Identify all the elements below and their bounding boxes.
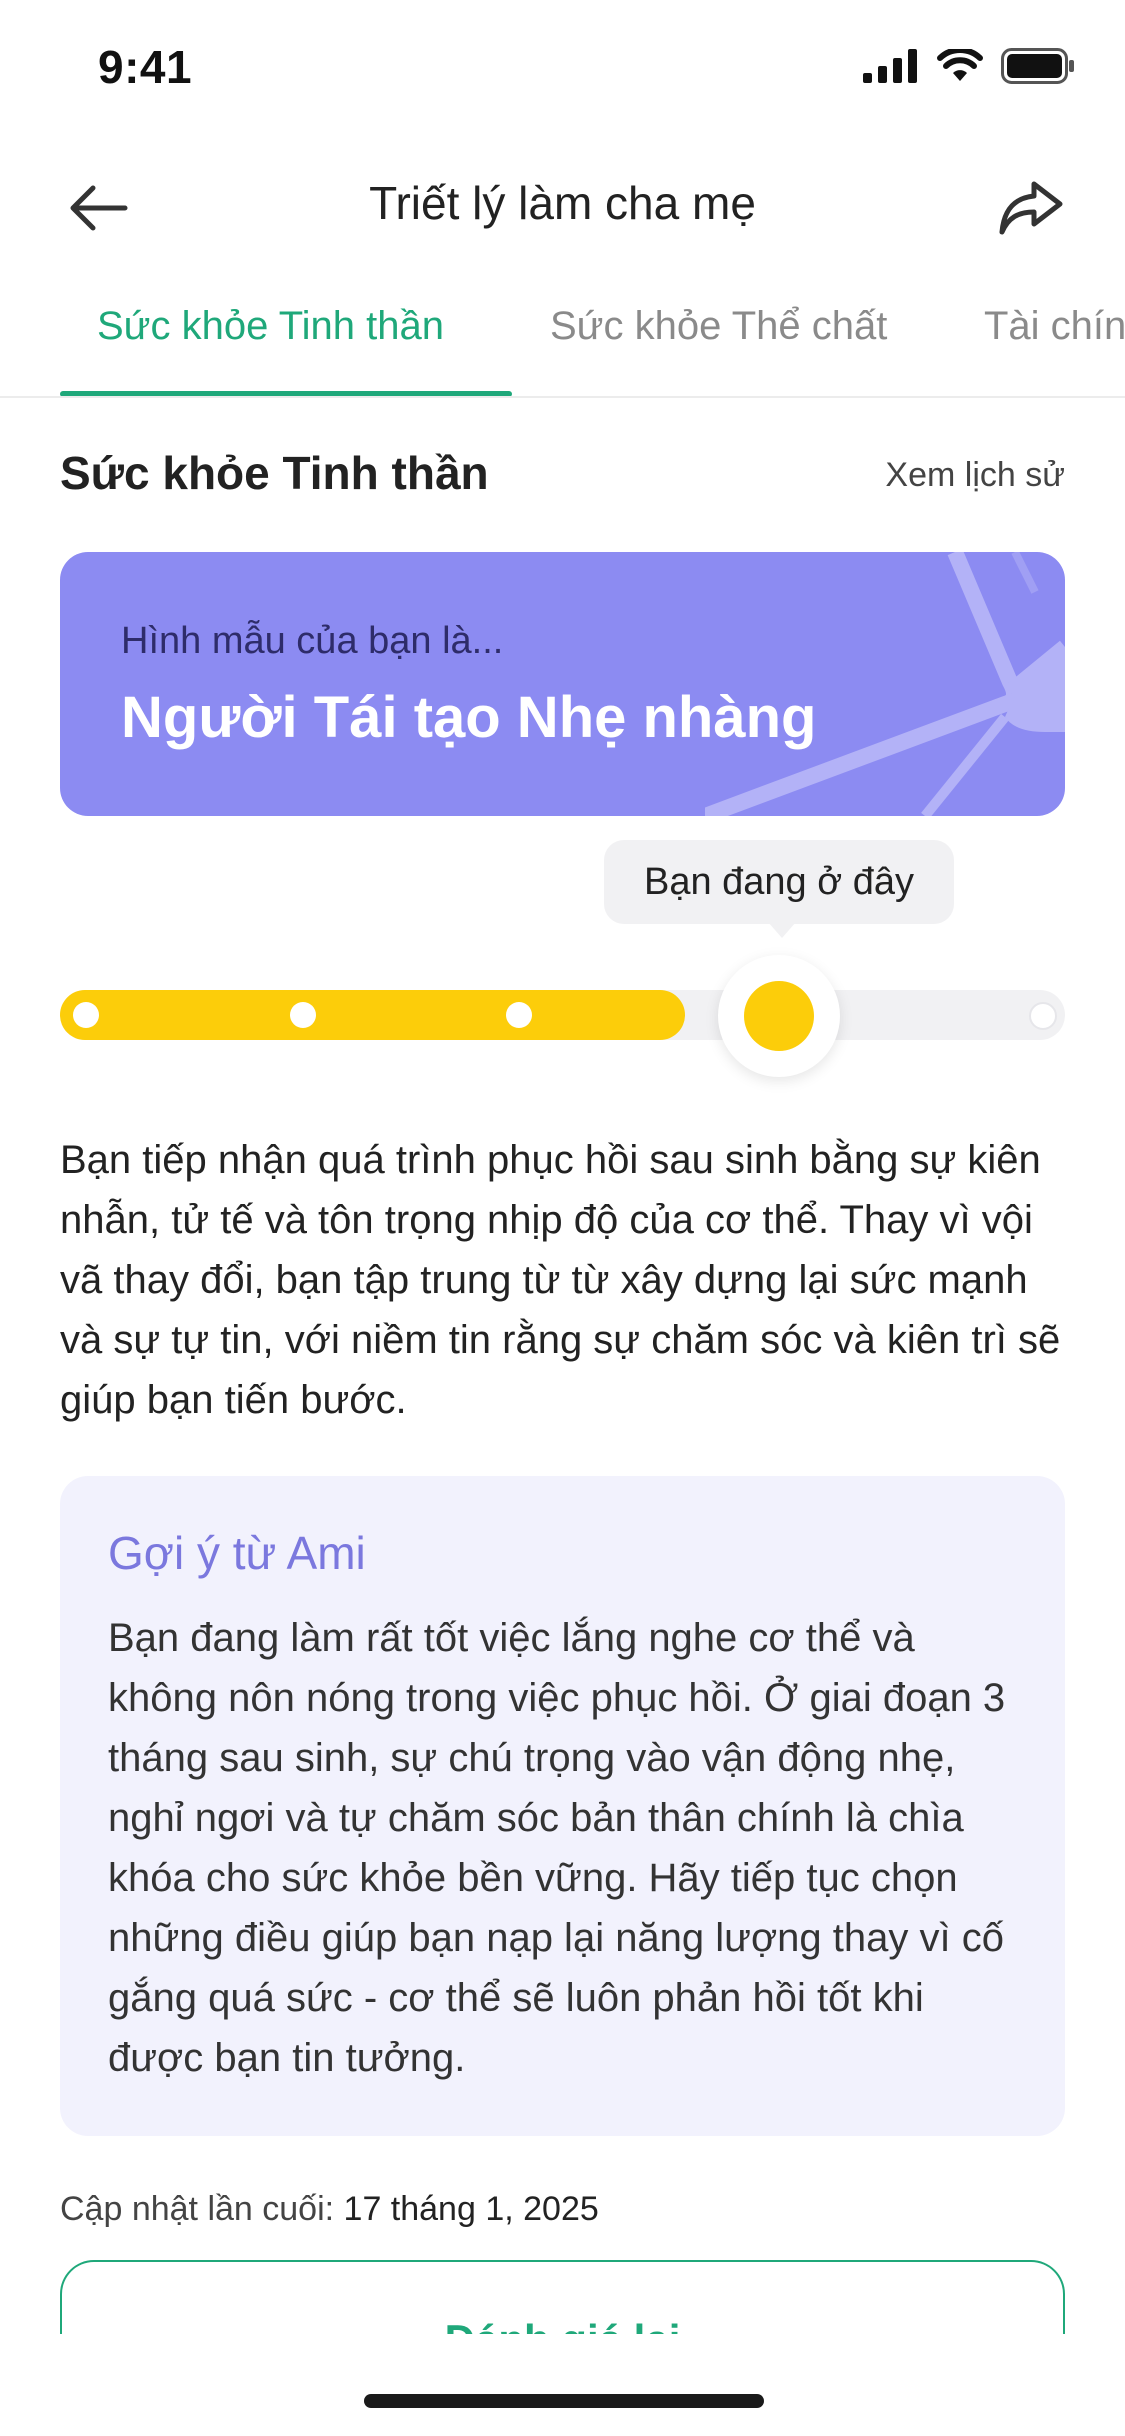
suggestion-body: Bạn đang làm rất tốt việc lắng nghe cơ t… [108,1616,1006,2080]
progress-stop-dot [73,1002,99,1028]
tooltip-pointer [768,922,796,938]
active-tab-indicator [60,391,512,396]
archetype-description: Bạn tiếp nhận quá trình phục hồi sau sin… [60,1138,1061,1422]
cellular-signal-icon [863,49,917,83]
tab-physical-health[interactable]: Sức khỏe Thể chất [550,304,887,349]
progress-stop-dot [290,1002,316,1028]
tab-finance[interactable]: Tài chính [984,304,1125,349]
battery-icon [1001,48,1074,84]
progress-fill [60,990,686,1040]
tab-bar: Sức khỏe Tinh thần Sức khỏe Thể chất Tài… [0,290,1125,398]
share-button[interactable] [991,168,1071,248]
wifi-icon [937,49,983,81]
progress-stop-dot [506,1002,532,1028]
status-icons [863,48,1075,84]
bottom-fade [0,2334,1125,2436]
page-title: Triết lý làm cha mẹ [369,177,756,229]
status-time: 9:41 [98,41,193,93]
suggestion-card: Gợi ý từ Ami Bạn đang làm rất tốt việc l… [60,1476,1065,2136]
last-updated-label: Cập nhật lần cuối: [60,2190,335,2228]
view-history-link[interactable]: Xem lịch sử [885,456,1065,495]
archetype-subtitle: Hình mẫu của bạn là... [121,620,504,662]
last-updated: Cập nhật lần cuối: 17 tháng 1, 2025 [60,2190,599,2229]
progress-knob-center [744,981,814,1051]
home-indicator [364,2394,764,2408]
share-arrow-icon [999,181,1063,235]
section-title: Sức khỏe Tinh thần [60,447,489,499]
archetype-title: Người Tái tạo Nhẹ nhàng [121,685,817,750]
tab-mental-health[interactable]: Sức khỏe Tinh thần [97,304,444,349]
archetype-card: Hình mẫu của bạn là... Người Tái tạo Nhẹ… [60,552,1065,816]
position-tooltip: Bạn đang ở đây [604,840,954,924]
suggestion-title: Gợi ý từ Ami [108,1527,366,1579]
progress-stop-dot [1029,1002,1057,1030]
last-updated-date: 17 tháng 1, 2025 [343,2190,599,2228]
